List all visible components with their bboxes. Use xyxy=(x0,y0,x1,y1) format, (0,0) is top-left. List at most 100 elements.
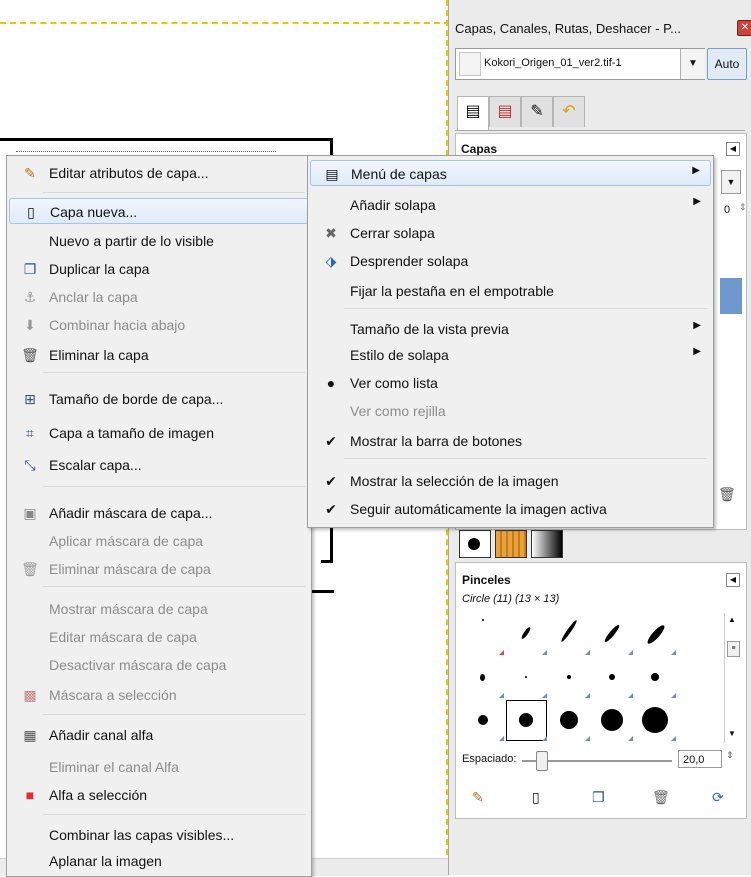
brushes-panel: Pinceles ◀ Circle (11) (13 × 13) ▲ ≡ ▼ E… xyxy=(455,562,747,819)
menu-item-show-image-selection[interactable]: ✔ Mostrar la selección de la imagen xyxy=(310,468,711,494)
new-layer-icon: ▯ xyxy=(27,204,35,220)
close-icon: ✖ xyxy=(325,225,337,241)
menu-item-delete-layer[interactable]: 🗑 Eliminar la capa xyxy=(9,342,309,368)
boundary-size-icon: ⊞ xyxy=(24,391,36,407)
menu-item-tab-style[interactable]: Estilo de solapa ▶ xyxy=(310,342,711,368)
menu-item-new-layer[interactable]: ▯ Capa nueva... xyxy=(9,198,309,224)
spacing-value-input[interactable]: 20,0 xyxy=(678,750,722,768)
menu-item-scale-layer[interactable]: ⤡ Escalar capa... xyxy=(9,452,309,478)
scroll-thumb[interactable]: ≡ xyxy=(727,641,740,657)
brush-cell[interactable] xyxy=(505,656,548,699)
brush-cell[interactable] xyxy=(462,656,505,699)
checkmark-icon: ✔ xyxy=(325,501,337,517)
opacity-value[interactable]: 0 xyxy=(724,204,730,216)
brush-swatch[interactable] xyxy=(459,530,491,558)
chevron-right-icon: ▶ xyxy=(693,320,701,331)
menu-item-edit-layer-mask[interactable]: Editar máscara de capa xyxy=(9,624,309,650)
brush-cell[interactable] xyxy=(591,699,634,742)
brush-cell[interactable] xyxy=(548,699,591,742)
menu-item-preview-size[interactable]: Tamaño de la vista previa ▶ xyxy=(310,316,711,342)
edit-icon: ✎ xyxy=(24,165,36,181)
image-selector[interactable]: Kokori_Origen_01_ver2.tif-1 ▼ xyxy=(455,48,705,80)
layers-title: Capas xyxy=(461,142,498,156)
menu-item-lock-tab[interactable]: Fijar la pestaña en el empotrable xyxy=(310,278,711,304)
menu-item-add-tab[interactable]: Añadir solapa ▶ xyxy=(310,192,711,218)
auto-button[interactable]: Auto xyxy=(707,48,747,80)
menu-separator xyxy=(43,714,305,715)
menu-item-alpha-to-selection[interactable]: ■ Alfa a selección xyxy=(9,782,309,808)
menu-item-detach-tab[interactable]: ⬗ Desprender solapa xyxy=(310,248,711,274)
panel-menu-icon[interactable]: ◀ xyxy=(726,142,740,156)
channels-icon: ▤ xyxy=(497,103,513,120)
menu-item-show-button-bar[interactable]: ✔ Mostrar la barra de botones xyxy=(310,428,711,454)
menu-item-delete-layer-mask[interactable]: 🗑 Eliminar máscara de capa xyxy=(9,556,309,582)
trash-icon[interactable]: 🗑 xyxy=(718,486,736,503)
menu-item-duplicate-layer[interactable]: ❐ Duplicar la capa xyxy=(9,256,309,282)
new-brush-icon[interactable]: ▯ xyxy=(532,789,540,806)
menu-item-view-as-grid[interactable]: Ver como rejilla xyxy=(310,398,711,424)
tab-undo[interactable]: ↶ xyxy=(553,96,585,127)
menu-item-merge-visible-layers[interactable]: Combinar las capas visibles... xyxy=(9,822,309,848)
brush-cell[interactable] xyxy=(505,613,548,656)
tab-channels[interactable]: ▤ xyxy=(489,96,521,127)
menu-item-layers-menu[interactable]: ▤ Menú de capas ▶ xyxy=(310,160,711,186)
image-frame-top xyxy=(0,138,333,155)
brush-cell[interactable] xyxy=(591,656,634,699)
brush-scrollbar[interactable]: ▲ ≡ ▼ xyxy=(724,613,741,743)
pattern-swatch[interactable] xyxy=(495,530,527,558)
menu-item-layer-boundary-size[interactable]: ⊞ Tamaño de borde de capa... xyxy=(9,386,309,412)
menu-item-disable-layer-mask[interactable]: Desactivar máscara de capa xyxy=(9,652,309,678)
fit-to-image-icon: ⌗ xyxy=(26,425,34,441)
image-name: Kokori_Origen_01_ver2.tif-1 xyxy=(484,57,622,69)
menu-item-show-layer-mask[interactable]: Mostrar máscara de capa xyxy=(9,596,309,622)
close-icon[interactable]: ✕ xyxy=(737,20,751,36)
brush-cell-selected[interactable] xyxy=(505,699,548,742)
menu-item-add-layer-mask[interactable]: ▣ Añadir máscara de capa... xyxy=(9,500,309,526)
menu-item-remove-alpha-channel[interactable]: Eliminar el canal Alfa xyxy=(9,754,309,780)
menu-item-close-tab[interactable]: ✖ Cerrar solapa xyxy=(310,220,711,246)
menu-item-anchor-layer[interactable]: ⚓ Anclar la capa xyxy=(9,284,309,310)
chevron-up-icon[interactable]: ▲ xyxy=(728,615,736,624)
brush-cell[interactable] xyxy=(548,656,591,699)
brush-cell[interactable] xyxy=(548,613,591,656)
detach-icon: ⬗ xyxy=(325,253,337,269)
edit-brush-icon[interactable]: ✎ xyxy=(472,789,484,806)
chevron-down-icon[interactable]: ▼ xyxy=(721,170,741,194)
menu-item-mask-to-selection[interactable]: ▩ Máscara a selección xyxy=(9,682,309,708)
mask-icon: ▣ xyxy=(23,505,37,521)
menu-item-layer-to-image-size[interactable]: ⌗ Capa a tamaño de imagen xyxy=(9,420,309,446)
tab-paths[interactable]: ✎ xyxy=(521,96,553,127)
mask-selection-icon: ▩ xyxy=(23,687,37,703)
brush-cell[interactable] xyxy=(634,699,677,742)
menu-item-add-alpha-channel[interactable]: ▦ Añadir canal alfa xyxy=(9,722,309,748)
undo-icon: ↶ xyxy=(562,103,576,120)
menu-item-new-from-visible[interactable]: Nuevo a partir de lo visible xyxy=(9,228,309,254)
chevron-down-icon[interactable]: ▼ xyxy=(680,49,705,79)
tab-layers[interactable]: ▤ xyxy=(457,96,489,130)
brush-cell[interactable] xyxy=(462,699,505,742)
trash-icon[interactable]: 🗑 xyxy=(652,789,670,806)
brush-cell[interactable] xyxy=(634,656,677,699)
refresh-icon[interactable]: ⟳ xyxy=(712,789,724,806)
menu-item-auto-follow-active-image[interactable]: ✔ Seguir automáticamente la imagen activa xyxy=(310,496,711,522)
brush-cell[interactable] xyxy=(591,613,634,656)
checkmark-icon: ✔ xyxy=(325,473,337,489)
menu-item-merge-down[interactable]: ⬇ Combinar hacia abajo xyxy=(9,312,309,338)
spin-icon[interactable]: ⇕ xyxy=(726,750,734,761)
menu-item-edit-layer-attributes[interactable]: ✎ Editar atributos de capa... xyxy=(9,160,309,186)
layers-icon: ▤ xyxy=(465,103,481,120)
panel-menu-icon[interactable]: ◀ xyxy=(726,573,740,587)
brush-cell[interactable] xyxy=(634,613,677,656)
spin-icon[interactable]: ⇕ xyxy=(739,202,747,213)
brush-cell[interactable] xyxy=(462,613,505,656)
duplicate-brush-icon[interactable]: ❐ xyxy=(592,789,605,806)
menu-item-view-as-list[interactable]: ● Ver como lista xyxy=(310,370,711,396)
selected-layer-row[interactable] xyxy=(720,278,742,314)
chevron-down-icon[interactable]: ▼ xyxy=(728,729,736,738)
brush-grid xyxy=(462,613,722,743)
menu-item-apply-layer-mask[interactable]: Aplicar máscara de capa xyxy=(9,528,309,554)
spacing-slider-handle[interactable] xyxy=(536,751,548,771)
gradient-swatch[interactable] xyxy=(531,530,563,558)
menu-item-flatten-image[interactable]: Aplanar la imagen xyxy=(9,848,309,874)
dock-title: Capas, Canales, Rutas, Deshacer - P... xyxy=(455,21,681,36)
